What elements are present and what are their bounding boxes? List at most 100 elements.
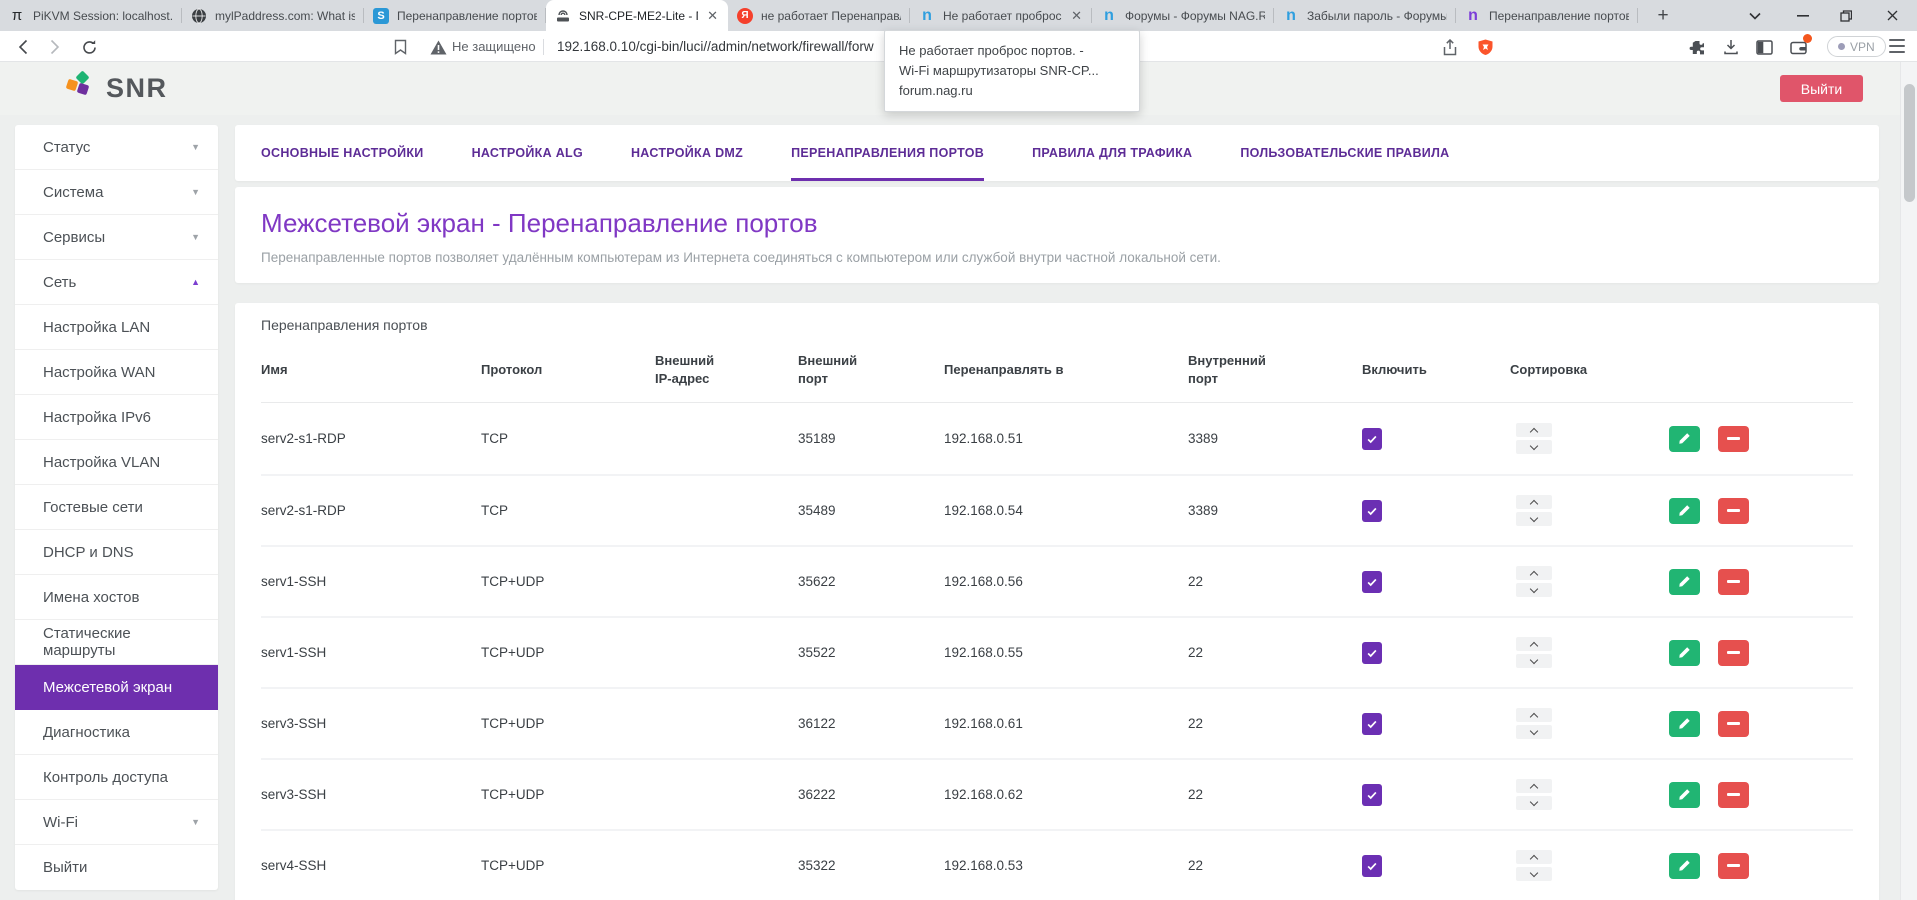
browser-tab[interactable]: π PiKVM Session: localhost.lo: [0, 0, 182, 31]
firewall-tab[interactable]: НАСТРОЙКА ALG: [472, 125, 583, 181]
firewall-tab[interactable]: ОСНОВНЫЕ НАСТРОЙКИ: [261, 125, 424, 181]
tab-search-chevron-icon[interactable]: [1740, 0, 1770, 31]
nag-favicon-icon: n: [1101, 8, 1117, 24]
browser-tab[interactable]: n Форумы - Форумы NAG.R: [1092, 0, 1274, 31]
edit-button[interactable]: [1669, 711, 1700, 737]
firewall-tab[interactable]: ПОЛЬЗОВАТЕЛЬСКИЕ ПРАВИЛА: [1240, 125, 1449, 181]
delete-button[interactable]: [1718, 711, 1749, 737]
sort-down-button[interactable]: [1516, 796, 1552, 810]
cell-forward-to: 192.168.0.56: [944, 574, 1188, 589]
reload-icon[interactable]: [80, 38, 98, 56]
sidebar-item[interactable]: Контроль доступа: [15, 755, 218, 800]
delete-button[interactable]: [1718, 569, 1749, 595]
edit-button[interactable]: [1669, 782, 1700, 808]
delete-button[interactable]: [1718, 853, 1749, 879]
sidebar-item[interactable]: Настройка VLAN: [15, 440, 218, 485]
enable-checkbox[interactable]: [1362, 428, 1382, 450]
sort-up-button[interactable]: [1516, 637, 1552, 651]
menu-hamburger-icon[interactable]: [1889, 39, 1905, 53]
back-icon[interactable]: [14, 38, 32, 56]
minus-icon: [1727, 437, 1740, 440]
sidebar-item[interactable]: DHCP и DNS: [15, 530, 218, 575]
enable-checkbox[interactable]: [1362, 784, 1382, 806]
sidebar-item[interactable]: Сервисы ▼: [15, 215, 218, 260]
delete-button[interactable]: [1718, 782, 1749, 808]
sidebar-item[interactable]: Настройка IPv6: [15, 395, 218, 440]
maximize-restore-icon[interactable]: [1831, 0, 1861, 31]
edit-button[interactable]: [1669, 498, 1700, 524]
extensions-puzzle-icon[interactable]: [1688, 38, 1706, 56]
download-icon[interactable]: [1722, 38, 1740, 56]
sidebar-item[interactable]: Диагностика: [15, 710, 218, 755]
tab-close-icon[interactable]: ✕: [706, 8, 719, 24]
close-window-icon[interactable]: [1877, 0, 1907, 31]
page-scrollbar[interactable]: [1900, 62, 1917, 900]
edit-button[interactable]: [1669, 569, 1700, 595]
sidebar-item[interactable]: Сеть ▲: [15, 260, 218, 305]
cell-name: serv3-SSH: [261, 787, 481, 802]
enable-checkbox[interactable]: [1362, 571, 1382, 593]
bookmark-icon[interactable]: [391, 38, 409, 56]
sidebar-panel-icon[interactable]: [1755, 38, 1773, 56]
browser-tab[interactable]: S Перенаправление портов: [364, 0, 546, 31]
sort-down-button[interactable]: [1516, 725, 1552, 739]
enable-checkbox[interactable]: [1362, 855, 1382, 877]
sidebar-item[interactable]: Статус ▼: [15, 125, 218, 170]
browser-tab[interactable]: Я не работает Перенаправл: [728, 0, 910, 31]
sidebar-item[interactable]: Межсетевой экран: [15, 665, 218, 710]
sidebar-item[interactable]: Статические маршруты: [15, 620, 218, 665]
sidebar-item[interactable]: Wi-Fi ▼: [15, 800, 218, 845]
sidebar-item[interactable]: Настройка LAN: [15, 305, 218, 350]
sort-up-button[interactable]: [1516, 423, 1552, 437]
sidebar-item-label: Настройка LAN: [43, 319, 150, 336]
brave-shield-icon[interactable]: [1476, 38, 1494, 56]
sort-up-button[interactable]: [1516, 850, 1552, 864]
share-icon[interactable]: [1441, 38, 1459, 56]
sidebar-item-label: Сеть: [43, 274, 76, 291]
browser-tab[interactable]: n Не работает проброс п ✕: [910, 0, 1092, 31]
sort-down-button[interactable]: [1516, 654, 1552, 668]
sidebar-item[interactable]: Выйти: [15, 845, 218, 890]
edit-button[interactable]: [1669, 640, 1700, 666]
sort-down-button[interactable]: [1516, 583, 1552, 597]
browser-tab[interactable]: n Перенаправление портов: [1456, 0, 1638, 31]
browser-tab[interactable]: n Забыли пароль - Форумы: [1274, 0, 1456, 31]
sort-up-button[interactable]: [1516, 566, 1552, 580]
sort-down-button[interactable]: [1516, 512, 1552, 526]
sort-up-button[interactable]: [1516, 779, 1552, 793]
edit-button[interactable]: [1669, 426, 1700, 452]
new-tab-button[interactable]: +: [1650, 3, 1676, 29]
sort-up-button[interactable]: [1516, 708, 1552, 722]
enable-checkbox[interactable]: [1362, 713, 1382, 735]
enable-checkbox[interactable]: [1362, 500, 1382, 522]
sidebar-item[interactable]: Имена хостов: [15, 575, 218, 620]
url-divider: [543, 39, 544, 55]
sidebar-item[interactable]: Гостевые сети: [15, 485, 218, 530]
browser-tab[interactable]: mylPaddress.com: What is: [182, 0, 364, 31]
delete-button[interactable]: [1718, 498, 1749, 524]
sort-up-button[interactable]: [1516, 495, 1552, 509]
scrollbar-thumb[interactable]: [1904, 84, 1915, 202]
edit-button[interactable]: [1669, 853, 1700, 879]
minimize-icon[interactable]: [1788, 0, 1818, 31]
enable-checkbox[interactable]: [1362, 642, 1382, 664]
tab-close-icon[interactable]: ✕: [1070, 8, 1083, 24]
delete-button[interactable]: [1718, 640, 1749, 666]
sort-down-button[interactable]: [1516, 440, 1552, 454]
port-forward-table-card: Перенаправления портов ИмяПротоколВнешни…: [235, 303, 1879, 900]
firewall-tab[interactable]: ПЕРЕНАПРАВЛЕНИЯ ПОРТОВ: [791, 125, 984, 181]
forward-icon[interactable]: [46, 38, 64, 56]
not-secure-warning-icon[interactable]: [429, 38, 447, 56]
firewall-tab[interactable]: НАСТРОЙКА DMZ: [631, 125, 743, 181]
sidebar-item[interactable]: Настройка WAN: [15, 350, 218, 395]
logout-button[interactable]: Выйти: [1780, 75, 1863, 102]
sidebar-item-label: Wi-Fi: [43, 814, 78, 831]
firewall-tab[interactable]: ПРАВИЛА ДЛЯ ТРАФИКА: [1032, 125, 1192, 181]
browser-tab[interactable]: SNR-CPE-ME2-Lite - Пе ✕: [546, 0, 728, 31]
sort-down-button[interactable]: [1516, 867, 1552, 881]
chevron-up-icon: [1530, 854, 1538, 862]
sidebar-item[interactable]: Система ▼: [15, 170, 218, 215]
vpn-button[interactable]: VPN: [1827, 36, 1886, 57]
delete-button[interactable]: [1718, 426, 1749, 452]
url-text[interactable]: 192.168.0.10/cgi-bin/luci//admin/network…: [557, 39, 874, 54]
